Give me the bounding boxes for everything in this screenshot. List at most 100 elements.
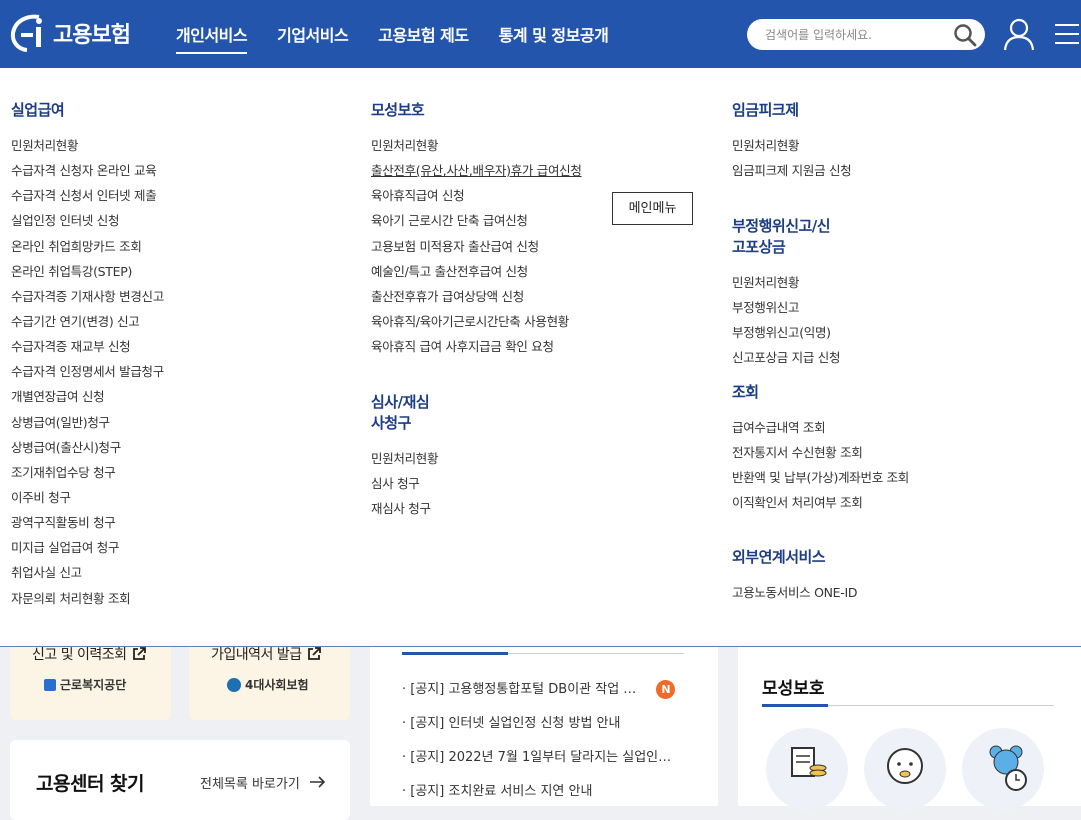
- notice-tab-track: [508, 653, 684, 654]
- menu-item[interactable]: 수급자격증 재교부 신청: [11, 334, 164, 359]
- menu-column-unemployment: 실업급여 민원처리현황 수급자격 신청자 온라인 교육 수급자격 신청서 인터넷 제…: [11, 68, 164, 611]
- search-icon[interactable]: [953, 23, 977, 47]
- menu-item[interactable]: 전자통지서 수신현황 조회: [732, 440, 909, 465]
- menu-heading[interactable]: 조회: [732, 381, 909, 402]
- notice-item[interactable]: · [공지] 고용행정통합포털 DB이관 작업 … N: [402, 673, 676, 707]
- menu-list: 급여수급내역 조회 전자통지서 수신현황 조회 반환액 및 납부(가상)계좌번호 조…: [732, 415, 909, 516]
- nav-business-services[interactable]: 기업서비스: [277, 22, 349, 46]
- menu-heading[interactable]: 외부연계서비스: [732, 546, 857, 567]
- menu-item[interactable]: 민원처리현황: [732, 270, 840, 295]
- nav-personal-services[interactable]: 개인서비스: [176, 22, 248, 54]
- notice-item[interactable]: · [공지] 인터넷 실업인정 신청 방법 안내: [402, 707, 675, 741]
- menu-list: 민원처리현황 심사 청구 재심사 청구: [371, 446, 439, 521]
- menu-section: 부정행위신고/신고포상금 민원처리현황 부정행위신고 부정행위신고(익명) 신고포상금…: [732, 215, 840, 371]
- mega-menu-panel: 실업급여 민원처리현황 수급자격 신청자 온라인 교육 수급자격 신청서 인터넷 제…: [0, 68, 1081, 647]
- menu-item[interactable]: 개별연장급여 신청: [11, 384, 164, 409]
- menu-heading[interactable]: 심사/재심사청구: [371, 391, 438, 433]
- job-center-card: 고용센터 찾기 전체목록 바로가기: [10, 740, 350, 820]
- quick-card-label: 가입내역서 발급: [211, 647, 302, 663]
- menu-item[interactable]: 실업인정 인터넷 신청: [11, 208, 164, 233]
- maternity-title: 모성보호: [762, 679, 825, 699]
- document-coins-icon[interactable]: [766, 728, 848, 810]
- notice-list: · [공지] 고용행정통합포털 DB이관 작업 … N · [공지] 인터넷 실…: [402, 673, 676, 809]
- menu-item[interactable]: 광역구직활동비 청구: [11, 510, 164, 535]
- menu-item[interactable]: 조기재취업수당 청구: [11, 460, 164, 485]
- menu-item[interactable]: 급여수급내역 조회: [732, 415, 909, 440]
- nav-insurance-system[interactable]: 고용보험 제도: [378, 22, 469, 46]
- menu-heading[interactable]: 모성보호: [371, 99, 582, 120]
- main-nav: 개인서비스 기업서비스 고용보험 제도 통계 및 정보공개: [176, 0, 638, 68]
- baby-icon[interactable]: [864, 728, 946, 810]
- menu-section: 외부연계서비스 고용노동서비스 ONE-ID: [732, 546, 857, 605]
- maternity-card: 모성보호: [738, 646, 1081, 810]
- arrow-right-icon[interactable]: [310, 776, 326, 788]
- menu-item[interactable]: 고용보험 미적용자 출산급여 신청: [371, 234, 582, 259]
- menu-item[interactable]: 출산전후(유산,사산,배우자)휴가 급여신청: [371, 158, 582, 183]
- menu-item[interactable]: 수급자격증 기재사항 변경신고: [11, 284, 164, 309]
- notice-tab-indicator: [402, 652, 508, 655]
- menu-heading[interactable]: 부정행위신고/신고포상금: [732, 215, 840, 257]
- teddy-bear-clock-icon[interactable]: [962, 728, 1044, 810]
- nav-statistics[interactable]: 통계 및 정보공개: [499, 22, 609, 46]
- notice-card: · [공지] 고용행정통합포털 DB이관 작업 … N · [공지] 인터넷 실…: [370, 646, 718, 806]
- menu-item[interactable]: 출산전후휴가 급여상당액 신청: [371, 284, 582, 309]
- menu-item[interactable]: 상병급여(일반)청구: [11, 410, 164, 435]
- menu-section: 조회 급여수급내역 조회 전자통지서 수신현황 조회 반환액 및 납부(가상)계좌번…: [732, 381, 909, 516]
- menu-item[interactable]: 온라인 취업특강(STEP): [11, 259, 164, 284]
- menu-item[interactable]: 상병급여(출산시)청구: [11, 435, 164, 460]
- menu-item[interactable]: 부정행위신고: [732, 295, 840, 320]
- job-center-link[interactable]: 전체목록 바로가기: [200, 773, 300, 792]
- 4insurance-logo-icon: [227, 677, 241, 692]
- menu-item[interactable]: 취업사실 신고: [11, 560, 164, 585]
- menu-heading[interactable]: 임금피크제: [732, 99, 851, 120]
- notice-text: [공지] 조치완료 서비스 지연 안내: [410, 784, 593, 799]
- search-input[interactable]: [765, 25, 945, 44]
- menu-item[interactable]: 온라인 취업희망카드 조회: [11, 234, 164, 259]
- menu-item[interactable]: 민원처리현황: [11, 133, 164, 158]
- menu-item[interactable]: 육아휴직 급여 사후지급금 확인 요청: [371, 334, 582, 359]
- menu-item[interactable]: 고용노동서비스 ONE-ID: [732, 580, 857, 605]
- menu-item[interactable]: 부정행위신고(익명): [732, 320, 840, 345]
- quick-card-4insurance[interactable]: 가입내역서 발급 4대사회보험: [189, 646, 350, 720]
- menu-item[interactable]: 수급자격 신청자 온라인 교육: [11, 158, 164, 183]
- menu-item[interactable]: 민원처리현황: [732, 133, 851, 158]
- menu-item[interactable]: 육아휴직급여 신청: [371, 183, 582, 208]
- menu-heading[interactable]: 실업급여: [11, 99, 164, 120]
- maternity-underline: [762, 704, 828, 707]
- menu-item[interactable]: 반환액 및 납부(가상)계좌번호 조회: [732, 465, 909, 490]
- notice-text: [공지] 고용행정통합포털 DB이관 작업 …: [410, 682, 637, 697]
- notice-item[interactable]: · [공지] 2022년 7월 1일부터 달라지는 실업인…: [402, 741, 675, 775]
- menu-item[interactable]: 수급기간 연기(변경) 신고: [11, 309, 164, 334]
- menu-item[interactable]: 육아기 근로시간 단축 급여신청: [371, 208, 582, 233]
- site-logo[interactable]: 고용보험: [9, 12, 131, 54]
- menu-item[interactable]: 재심사 청구: [371, 496, 438, 521]
- menu-list: 민원처리현황 수급자격 신청자 온라인 교육 수급자격 신청서 인터넷 제출 실업인정…: [11, 133, 164, 611]
- menu-item[interactable]: 이직확인서 처리여부 조회: [732, 490, 909, 515]
- menu-item[interactable]: 민원처리현황: [371, 133, 582, 158]
- menu-item[interactable]: 자문의뢰 처리현황 조회: [11, 586, 164, 611]
- external-link-icon: [307, 647, 321, 660]
- hamburger-menu-icon[interactable]: [1055, 22, 1079, 46]
- quick-card-labor-welfare[interactable]: 신고 및 이력조회 근로복지공단: [10, 646, 171, 720]
- job-center-title: 고용센터 찾기: [36, 773, 145, 795]
- new-badge: N: [656, 680, 676, 699]
- menu-section: 모성보호 민원처리현황 출산전후(유산,사산,배우자)휴가 급여신청 육아휴직급여 …: [371, 99, 582, 359]
- menu-item[interactable]: 육아휴직/육아기근로시간단축 사용현황: [371, 309, 582, 334]
- menu-item[interactable]: 수급자격 인정명세서 발급청구: [11, 359, 164, 384]
- menu-item[interactable]: 이주비 청구: [11, 485, 164, 510]
- org-name: 4대사회보험: [245, 678, 309, 692]
- menu-section: 임금피크제 민원처리현황 임금피크제 지원금 신청: [732, 99, 852, 183]
- notice-item[interactable]: · [공지] 조치완료 서비스 지연 안내: [402, 775, 675, 809]
- logo-text: 고용보험: [53, 23, 131, 48]
- menu-item[interactable]: 심사 청구: [371, 471, 438, 496]
- menu-item[interactable]: 수급자격 신청서 인터넷 제출: [11, 183, 164, 208]
- org-name: 근로복지공단: [60, 678, 127, 692]
- user-icon[interactable]: [1003, 17, 1035, 51]
- menu-item[interactable]: 신고포상금 지급 신청: [732, 345, 840, 370]
- menu-list: 민원처리현황 임금피크제 지원금 신청: [732, 133, 852, 183]
- menu-item[interactable]: 임금피크제 지원금 신청: [732, 158, 852, 183]
- menu-item[interactable]: 예술인/특고 출산전후급여 신청: [371, 259, 582, 284]
- menu-item[interactable]: 미지급 실업급여 청구: [11, 535, 164, 560]
- menu-item[interactable]: 민원처리현황: [371, 446, 439, 471]
- top-header: 고용보험 개인서비스 기업서비스 고용보험 제도 통계 및 정보공개: [0, 0, 1081, 68]
